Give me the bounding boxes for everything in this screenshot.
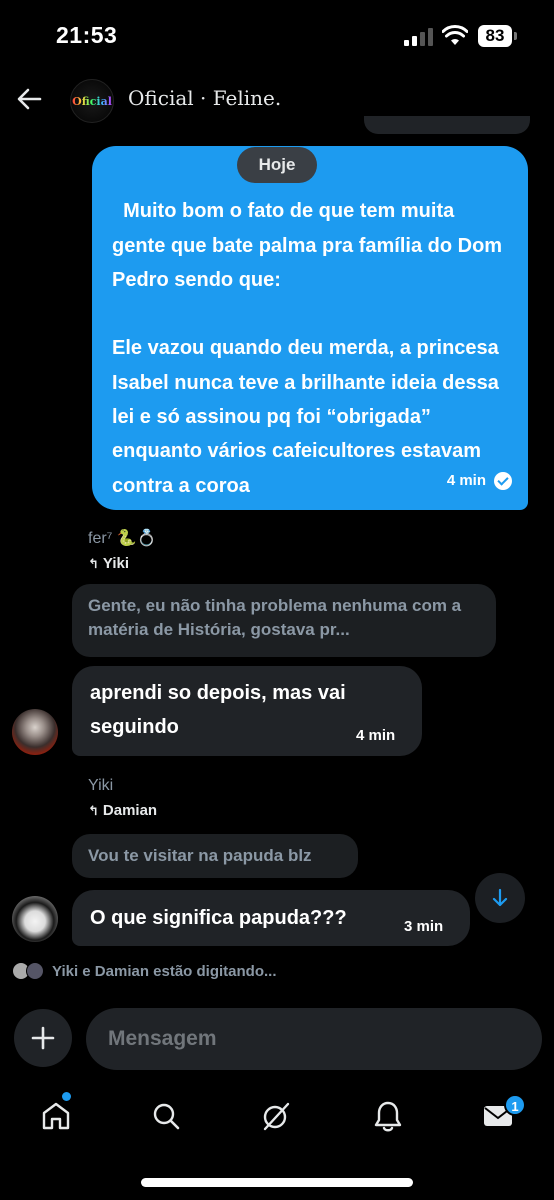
- group-avatar[interactable]: Oficial: [70, 79, 114, 123]
- outgoing-message-time: 4 min: [446, 471, 486, 489]
- arrow-down-icon: [492, 888, 508, 907]
- typing-indicator: Yiki e Damian estão digitando...: [12, 960, 277, 982]
- bell-icon: [374, 1101, 402, 1132]
- outgoing-message-text: Muito bom o fato de que tem muita gente …: [112, 200, 503, 497]
- quoted-message[interactable]: Vou te visitar na papuda blz: [72, 834, 358, 878]
- typing-avatars: [12, 960, 46, 982]
- incoming-message-text: O que significa papuda???: [90, 907, 347, 929]
- battery-tip: [514, 32, 517, 40]
- incoming-message-text: aprendi so depois, mas vai seguindo: [90, 682, 346, 738]
- reply-arrow-icon: ↰: [88, 555, 99, 571]
- back-arrow-icon[interactable]: [14, 84, 44, 114]
- quoted-message[interactable]: Gente, eu não tinha problema nenhuma com…: [72, 584, 496, 657]
- plus-icon: [31, 1026, 55, 1050]
- search-icon: [153, 1103, 180, 1130]
- reply-arrow-icon: ↰: [88, 802, 99, 818]
- avatar[interactable]: [12, 709, 58, 755]
- messages-badge: 1: [504, 1094, 526, 1116]
- group-avatar-text: Oficial: [72, 94, 112, 108]
- message-sender[interactable]: Yiki: [88, 777, 113, 795]
- avatar[interactable]: [12, 896, 58, 942]
- status-time: 21:53: [56, 22, 118, 48]
- home-indicator[interactable]: [141, 1178, 413, 1187]
- battery-icon: 83: [478, 25, 512, 47]
- previous-message-bubble: [364, 116, 530, 134]
- date-chip: Hoje: [237, 147, 317, 183]
- reply-to-name: Damian: [102, 802, 158, 819]
- nav-home[interactable]: [36, 1096, 76, 1136]
- status-bar: 21:53 83: [0, 0, 554, 72]
- message-time: 4 min: [356, 727, 396, 744]
- home-icon: [42, 1102, 70, 1130]
- read-check-icon: [494, 471, 512, 490]
- nav-notifications[interactable]: [368, 1096, 408, 1136]
- wifi-icon: [442, 25, 468, 45]
- scroll-to-bottom-button[interactable]: [475, 873, 525, 923]
- bottom-nav: 1: [0, 1084, 554, 1154]
- reply-reference[interactable]: ↰ Yiki: [88, 555, 129, 572]
- reply-reference[interactable]: ↰ Damian: [88, 802, 157, 819]
- reply-to-name: Yiki: [102, 555, 130, 572]
- outgoing-message-bubble[interactable]: Muito bom o fato de que tem muita gente …: [92, 146, 528, 510]
- cellular-signal-icon: [404, 28, 434, 46]
- chat-title[interactable]: Oficial · Feline.: [128, 86, 281, 110]
- nav-grok[interactable]: [256, 1096, 296, 1136]
- message-input[interactable]: [86, 1008, 542, 1070]
- nav-search[interactable]: [146, 1096, 186, 1136]
- grok-icon: [263, 1102, 290, 1131]
- notification-dot: [62, 1092, 71, 1101]
- message-time: 3 min: [404, 918, 444, 935]
- add-attachment-button[interactable]: [14, 1009, 72, 1067]
- outgoing-message-meta: 4 min: [447, 464, 512, 498]
- typing-text: Yiki e Damian estão digitando...: [52, 962, 277, 980]
